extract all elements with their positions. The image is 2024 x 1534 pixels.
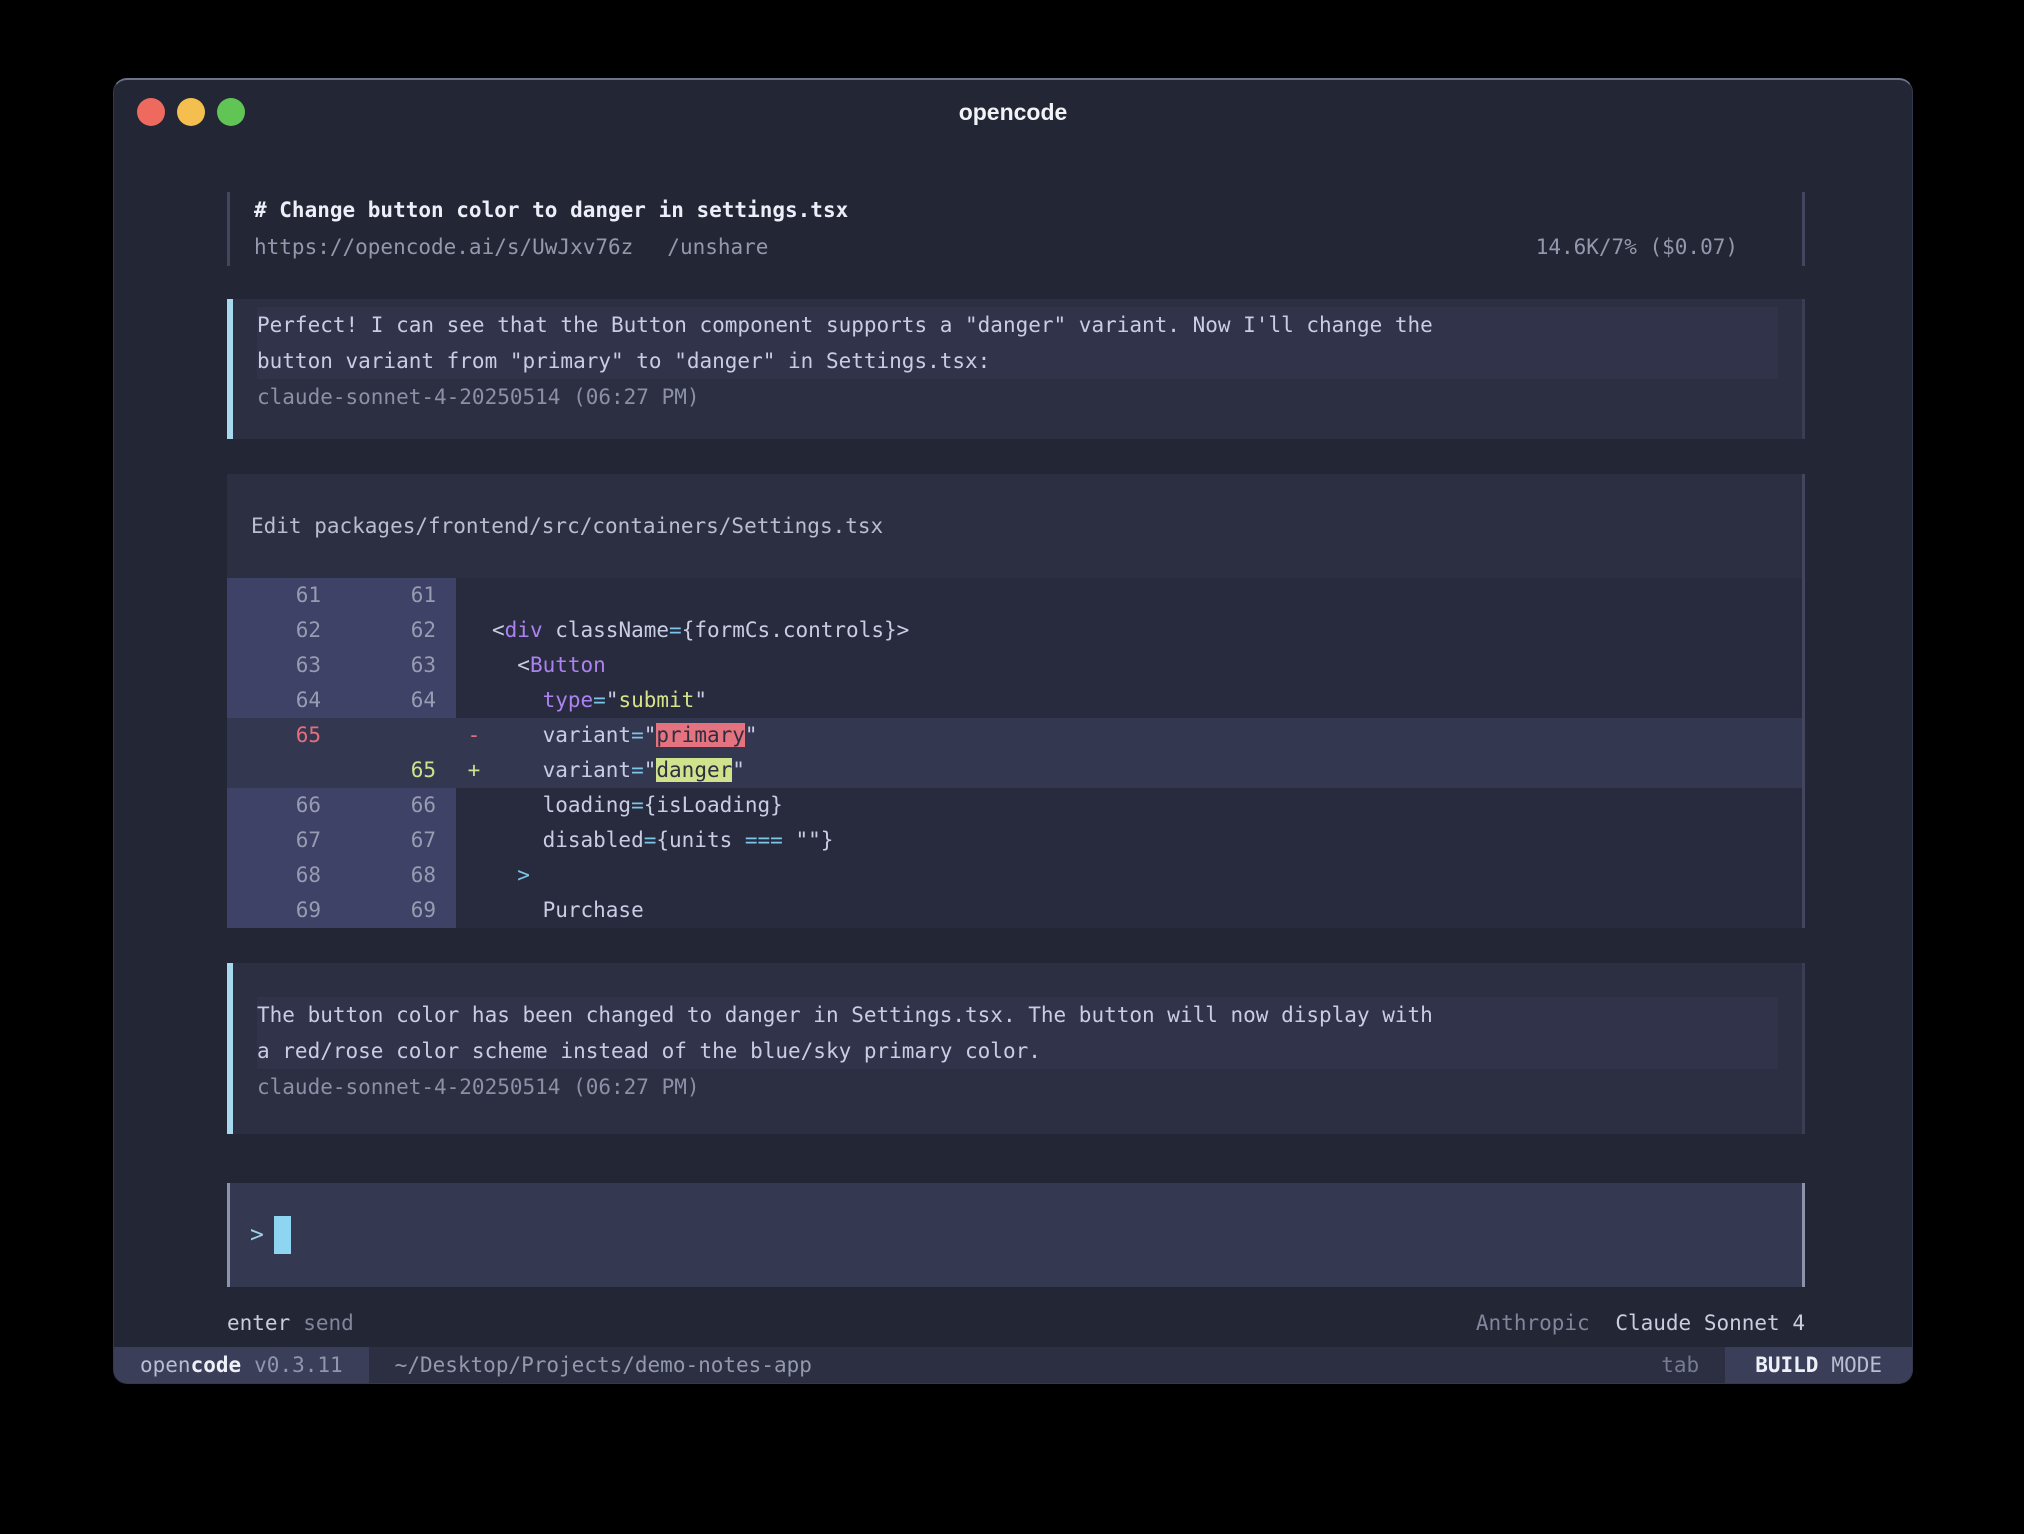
brand-open: open <box>140 1353 191 1377</box>
tab-key-hint: tab <box>1661 1353 1699 1377</box>
code-line: variant="primary" <box>492 718 758 753</box>
app-version: v0.3.11 <box>254 1353 343 1377</box>
brand-code: code <box>191 1353 242 1377</box>
window-title: opencode <box>114 80 1912 144</box>
message-line: button variant from "primary" to "danger… <box>257 343 1778 379</box>
new-line-number: 65 <box>341 753 456 788</box>
diff-view: 61616262 <div className={formCs.controls}… <box>227 578 1802 928</box>
model-indicator: Anthropic Claude Sonnet 4 <box>1476 1305 1805 1341</box>
prompt-input[interactable]: > <box>227 1183 1805 1287</box>
diff-row: 6868 > <box>227 858 1802 893</box>
old-line-number: 69 <box>227 893 341 928</box>
code-line: loading={isLoading} <box>492 788 783 823</box>
diff-row: 6767 disabled={units === ""} <box>227 823 1802 858</box>
diff-row: 6969 Purchase <box>227 893 1802 928</box>
message-text: Perfect! I can see that the Button compo… <box>257 307 1778 379</box>
code-line: variant="danger" <box>492 753 745 788</box>
prompt-symbol: > <box>250 1222 264 1248</box>
diff-marker <box>456 858 492 893</box>
assistant-message: The button color has been changed to dan… <box>227 963 1805 1134</box>
old-line-number: 61 <box>227 578 341 613</box>
unshare-command[interactable]: /unshare <box>667 229 768 265</box>
diff-marker: + <box>456 753 492 788</box>
diff-row: 6666 loading={isLoading} <box>227 788 1802 823</box>
code-line: > <box>492 858 530 893</box>
mode-name: BUILD <box>1755 1353 1818 1377</box>
diff-row: 65 - variant="primary" <box>227 718 1802 753</box>
desktop-background: opencode # Change button color to danger… <box>0 0 2024 1534</box>
diff-row: 6363 <Button <box>227 648 1802 683</box>
code-line: <Button <box>492 648 606 683</box>
old-line-number: 68 <box>227 858 341 893</box>
new-line-number: 67 <box>341 823 456 858</box>
edit-tool-header: Edit packages/frontend/src/containers/Se… <box>227 474 1802 578</box>
new-line-number: 68 <box>341 858 456 893</box>
diff-marker <box>456 683 492 718</box>
app-version-badge: opencode v0.3.11 <box>114 1347 369 1383</box>
old-line-number <box>227 753 341 788</box>
diff-marker <box>456 823 492 858</box>
diff-marker <box>456 578 492 613</box>
mode-badge: BUILD MODE <box>1725 1347 1912 1383</box>
message-model-meta: claude-sonnet-4-20250514 (06:27 PM) <box>257 1069 1778 1105</box>
message-line: a red/rose color scheme instead of the b… <box>257 1033 1778 1069</box>
diff-row: 6161 <box>227 578 1802 613</box>
new-line-number: 69 <box>341 893 456 928</box>
old-line-number: 67 <box>227 823 341 858</box>
message-line: Perfect! I can see that the Button compo… <box>257 307 1778 343</box>
message-text: The button color has been changed to dan… <box>257 997 1778 1069</box>
message-model-meta: claude-sonnet-4-20250514 (06:27 PM) <box>257 379 1778 415</box>
mode-suffix: MODE <box>1831 1353 1882 1377</box>
old-line-number: 66 <box>227 788 341 823</box>
new-line-number: 62 <box>341 613 456 648</box>
session-meta-row: https://opencode.ai/s/UwJxv76z /unshare … <box>254 229 1778 265</box>
message-line: The button color has been changed to dan… <box>257 997 1778 1033</box>
new-line-number: 64 <box>341 683 456 718</box>
enter-key-hint: enter <box>227 1305 290 1341</box>
window-titlebar: opencode <box>114 80 1912 144</box>
old-line-number: 62 <box>227 613 341 648</box>
edit-tool-call: Edit packages/frontend/src/containers/Se… <box>227 474 1805 928</box>
new-line-number: 63 <box>341 648 456 683</box>
model-label: Claude Sonnet 4 <box>1615 1311 1805 1335</box>
provider-label: Anthropic <box>1476 1311 1590 1335</box>
working-directory: ~/Desktop/Projects/demo-notes-app <box>395 1353 812 1377</box>
diff-marker: - <box>456 718 492 753</box>
status-bar-right: tab BUILD MODE <box>1661 1347 1912 1383</box>
diff-marker <box>456 648 492 683</box>
diff-row: 6464 type="submit" <box>227 683 1802 718</box>
text-cursor <box>274 1216 291 1254</box>
diff-marker <box>456 893 492 928</box>
diff-marker <box>456 788 492 823</box>
status-bar: opencode v0.3.11 ~/Desktop/Projects/demo-… <box>114 1347 1912 1383</box>
old-line-number: 65 <box>227 718 341 753</box>
session-title: # Change button color to danger in setti… <box>254 192 1778 229</box>
opencode-window: opencode # Change button color to danger… <box>113 78 1913 1384</box>
code-line: type="submit" <box>492 683 707 718</box>
diff-row: 65+ variant="danger" <box>227 753 1802 788</box>
diff-marker <box>456 613 492 648</box>
code-line: Purchase <box>492 893 644 928</box>
diff-row: 6262 <div className={formCs.controls}> <box>227 613 1802 648</box>
new-line-number <box>341 718 456 753</box>
context-stats: 14.6K/7% ($0.07) <box>1536 229 1778 265</box>
hints-row: enter send Anthropic Claude Sonnet 4 <box>227 1305 1805 1341</box>
new-line-number: 61 <box>341 578 456 613</box>
code-line: <div className={formCs.controls}> <box>492 613 909 648</box>
old-line-number: 64 <box>227 683 341 718</box>
send-action-label: send <box>303 1305 354 1341</box>
new-line-number: 66 <box>341 788 456 823</box>
assistant-message: Perfect! I can see that the Button compo… <box>227 299 1805 439</box>
session-header: # Change button color to danger in setti… <box>227 192 1805 266</box>
share-url[interactable]: https://opencode.ai/s/UwJxv76z <box>254 229 633 265</box>
old-line-number: 63 <box>227 648 341 683</box>
code-line: disabled={units === ""} <box>492 823 833 858</box>
